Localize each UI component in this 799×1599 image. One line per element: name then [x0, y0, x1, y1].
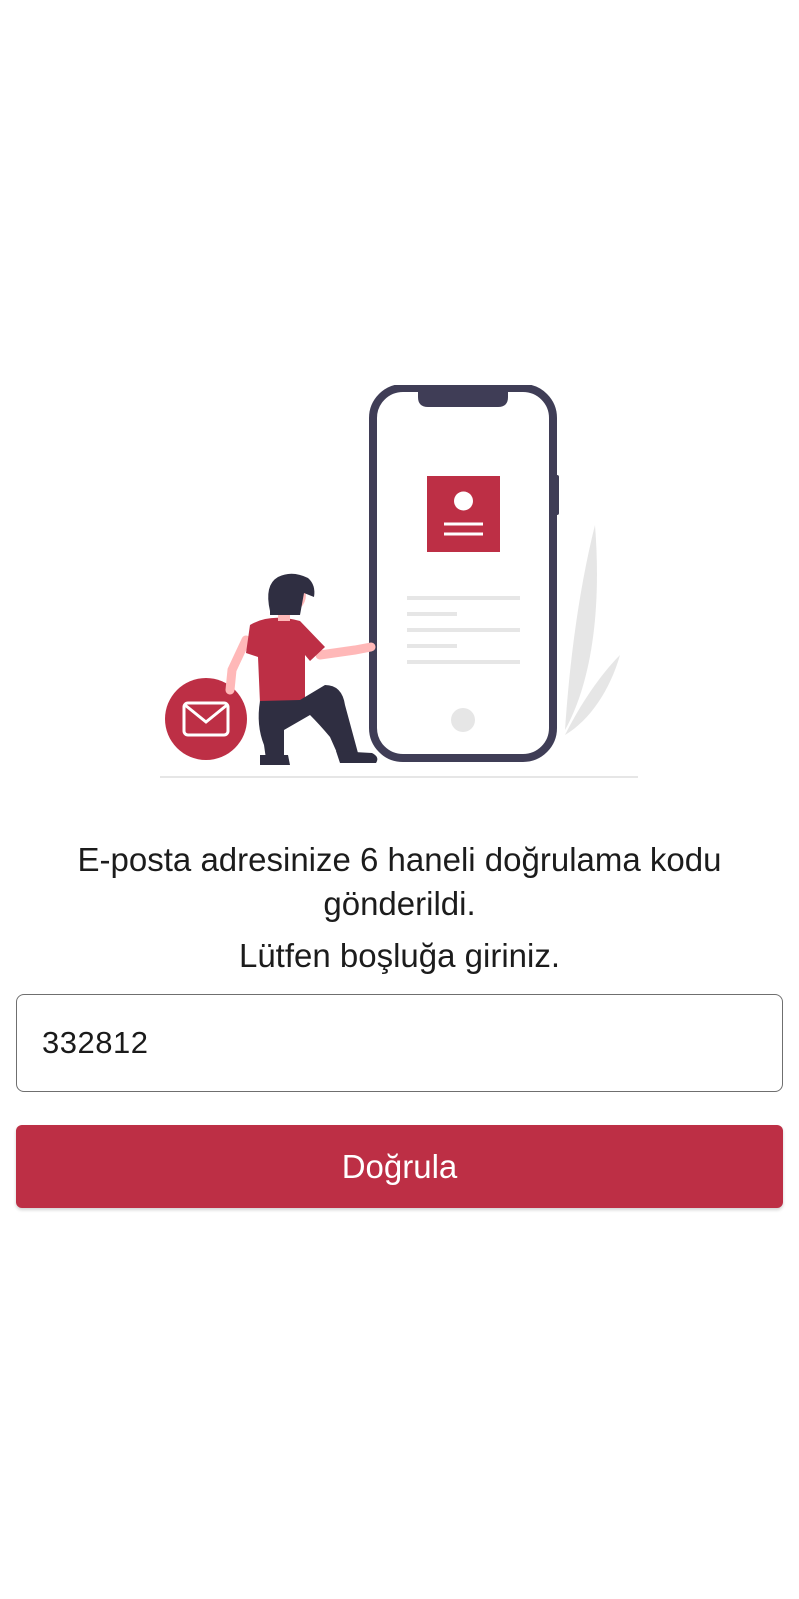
text-line: [407, 612, 457, 616]
profile-card: [427, 476, 500, 552]
person-arm-reaching: [315, 642, 376, 660]
message-instruction-text: Lütfen boşluğa giriniz.: [238, 937, 561, 974]
person-shirt: [246, 617, 325, 703]
home-button-icon: [451, 708, 475, 732]
text-line: [407, 628, 520, 632]
text-line: [407, 660, 520, 664]
phone-verification-illustration: [160, 385, 640, 780]
profile-avatar-icon: [454, 491, 473, 511]
mail-circle: [165, 678, 247, 760]
verification-message: E-posta adresinize 6 haneli doğrulama ko…: [0, 838, 799, 978]
illustration-svg: [160, 385, 638, 778]
person-shoe: [336, 751, 378, 763]
person-hair: [268, 573, 315, 615]
verification-code-input[interactable]: [42, 1025, 782, 1061]
phone-side-button: [554, 475, 559, 515]
phone-notch: [418, 388, 508, 407]
verify-button-label: Doğrula: [341, 1147, 458, 1185]
person-shoe: [260, 755, 290, 765]
message-sent-text: E-posta adresinize 6 haneli doğrulama ko…: [77, 841, 722, 922]
person-arm: [225, 635, 251, 695]
phone-outline: [369, 385, 557, 762]
verify-button[interactable]: Doğrula: [16, 1125, 783, 1208]
verification-code-field[interactable]: [16, 994, 783, 1092]
text-line: [407, 644, 457, 648]
text-line: [407, 596, 520, 600]
